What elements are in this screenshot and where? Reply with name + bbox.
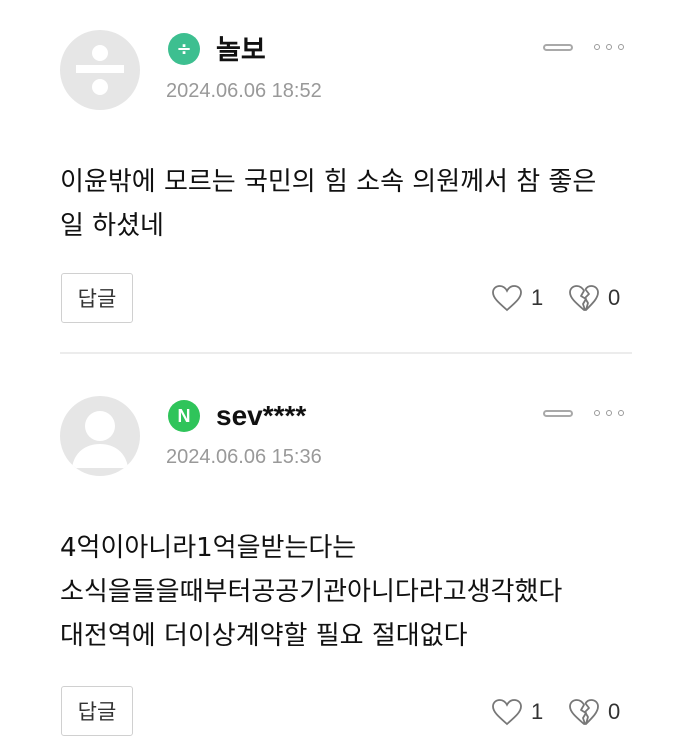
more-options-button[interactable] (594, 41, 624, 53)
broken-heart-icon (569, 285, 599, 311)
dot-icon (618, 410, 624, 416)
comment-line: 4억이아니라1억을받는다는 (60, 533, 357, 563)
dot-icon (618, 44, 624, 50)
block-user-button[interactable] (543, 410, 573, 417)
comment-date: 2024.06.06 18:52 (166, 80, 322, 102)
default-user-icon (72, 411, 128, 468)
comment-line: 이윤밖에 모르는 국민의 힘 소속 의원께서 참 좋은 (60, 167, 597, 197)
nickname[interactable]: sev**** (216, 400, 306, 432)
comment-text: 이윤밖에 모르는 국민의 힘 소속 의원께서 참 좋은 일 하셨네 (60, 160, 640, 248)
reply-button[interactable]: 답글 (61, 273, 133, 323)
comment-text: 4억이아니라1억을받는다는 소식을들을때부터공공기관아니다라고생각했다 대전역에… (60, 526, 640, 658)
dislike-button[interactable]: 0 (568, 283, 620, 313)
reply-button[interactable]: 답글 (61, 686, 133, 736)
more-options-button[interactable] (594, 407, 624, 419)
comment-item: N sev**** 2024.06.06 15:36 4억이아니라1억을받는다는… (0, 354, 691, 754)
comment-date: 2024.06.06 15:36 (166, 446, 322, 468)
broken-heart-icon (569, 699, 599, 725)
like-button[interactable]: 1 (491, 697, 543, 727)
comment-line: 대전역에 더이상계약할 필요 절대없다 (60, 621, 468, 651)
dislike-count: 0 (608, 699, 621, 724)
block-user-button[interactable] (543, 44, 573, 51)
naver-n-icon: N (168, 400, 200, 432)
dislike-button[interactable]: 0 (568, 697, 620, 727)
avatar[interactable] (60, 30, 140, 110)
comment-line: 소식을들을때부터공공기관아니다라고생각했다 (60, 577, 563, 607)
heart-icon (492, 285, 522, 312)
nickname[interactable]: 놀보 (216, 35, 266, 67)
dot-icon (594, 44, 600, 50)
division-symbol-icon (76, 45, 124, 95)
comment-item: ÷ 놀보 2024.06.06 18:52 이윤밖에 모르는 국민의 힘 소속 … (0, 0, 691, 354)
like-button[interactable]: 1 (491, 283, 543, 313)
comment-line: 일 하셨네 (60, 211, 164, 241)
like-count: 1 (531, 285, 544, 310)
heart-icon (492, 699, 522, 726)
dot-icon (594, 410, 600, 416)
avatar[interactable] (60, 396, 140, 476)
dot-icon (606, 44, 612, 50)
like-count: 1 (531, 699, 544, 724)
user-badge-icon: ÷ (168, 33, 200, 65)
dot-icon (606, 410, 612, 416)
dislike-count: 0 (608, 285, 621, 310)
